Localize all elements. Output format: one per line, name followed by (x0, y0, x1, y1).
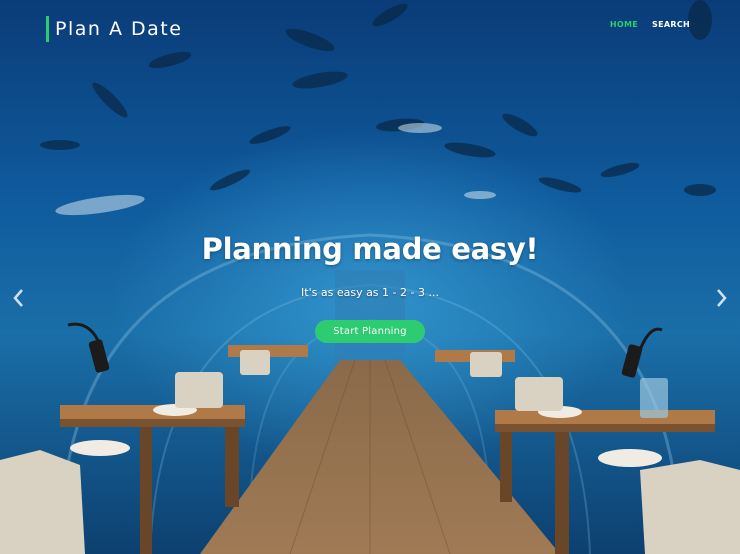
navbar: Plan A Date HOME SEARCH (0, 0, 740, 56)
hero-carousel: Plan A Date HOME SEARCH Planning made ea… (0, 0, 740, 554)
chevron-left-icon (13, 289, 23, 307)
carousel-prev-button[interactable] (10, 287, 28, 309)
hero-headline: Planning made easy! (201, 232, 539, 266)
nav-home-link[interactable]: HOME (610, 20, 638, 29)
carousel-next-button[interactable] (712, 287, 730, 309)
nav-search-link[interactable]: SEARCH (652, 20, 690, 29)
start-planning-button[interactable]: Start Planning (315, 320, 425, 343)
nav-menu: HOME SEARCH (610, 20, 690, 29)
brand-logo[interactable]: Plan A Date (46, 16, 182, 42)
hero-subtext: It's as easy as 1 - 2 - 3 ... (301, 286, 439, 299)
hero-caption: Planning made easy! It's as easy as 1 - … (0, 232, 740, 343)
chevron-right-icon (717, 289, 727, 307)
